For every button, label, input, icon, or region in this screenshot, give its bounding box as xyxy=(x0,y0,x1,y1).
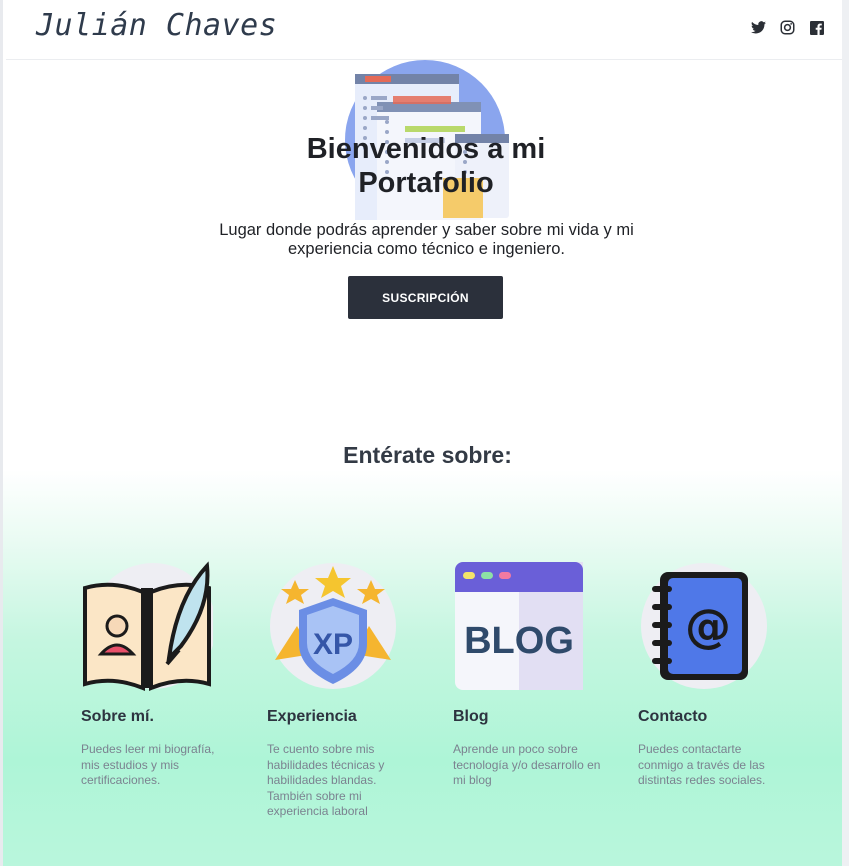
card-experience[interactable]: XP Experiencia Te cuento sobre mis habil… xyxy=(267,560,417,820)
svg-text:@: @ xyxy=(685,599,731,653)
facebook-icon[interactable] xyxy=(808,19,825,36)
card-description: Puedes contactarte conmigo a través de l… xyxy=(638,742,766,787)
card-description: Aprende un poco sobre tecnología y/o des… xyxy=(453,742,601,787)
card-about[interactable]: Sobre mí. Puedes leer mi biografía, mis … xyxy=(81,560,231,789)
card-title: Contacto xyxy=(638,708,708,725)
card-blog[interactable]: BLOG Blog Aprende un poco sobre tecnolog… xyxy=(453,560,603,789)
page: Julián Chaves Bienvenidos a mi Portafoli… xyxy=(0,0,849,866)
card-title: Blog xyxy=(453,708,489,725)
brand-logo[interactable]: Julián Chaves xyxy=(36,8,277,43)
svg-text:XP: XP xyxy=(313,628,353,661)
card-description: Te cuento sobre mis habilidades técnicas… xyxy=(267,742,385,818)
address-book-icon: @ xyxy=(641,563,767,689)
hero-title: Bienvenidos a mi Portafolio xyxy=(306,133,546,199)
svg-text:BLOG: BLOG xyxy=(464,620,574,662)
subscribe-button[interactable]: SUSCRIPCIÓN xyxy=(348,276,503,319)
social-links xyxy=(750,19,825,36)
instagram-icon[interactable] xyxy=(779,19,796,36)
twitter-icon[interactable] xyxy=(750,19,767,36)
card-description: Puedes leer mi biografía, mis estudios y… xyxy=(81,742,215,787)
blog-window-icon: BLOG xyxy=(455,562,583,690)
book-quill-icon xyxy=(83,561,216,691)
card-title: Sobre mí. xyxy=(81,708,154,725)
card-contact[interactable]: @ Contacto Puedes contactarte conmigo a … xyxy=(638,560,788,789)
card-title: Experiencia xyxy=(267,708,357,725)
section-title: Entérate sobre: xyxy=(343,442,512,468)
xp-badge-icon: XP xyxy=(270,563,396,689)
top-navbar: Julián Chaves xyxy=(6,0,842,60)
hero-subtitle: Lugar donde podrás aprender y saber sobr… xyxy=(219,221,634,258)
